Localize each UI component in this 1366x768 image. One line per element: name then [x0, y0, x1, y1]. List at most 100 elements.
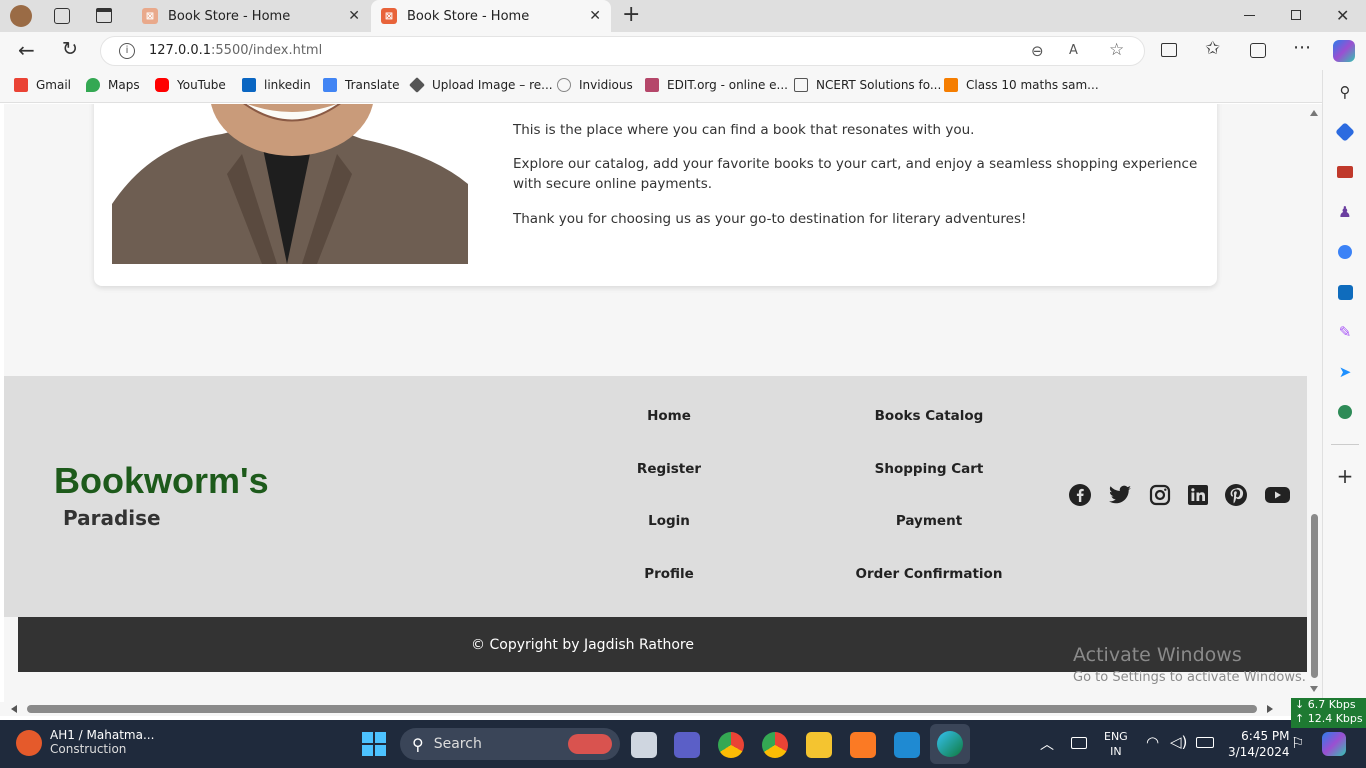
bookmark-edit-org[interactable]: EDIT.org - online e...: [645, 78, 788, 92]
invidious-icon: [557, 78, 571, 92]
office-icon[interactable]: [1335, 242, 1355, 262]
browser-title-bar: ⊠ Book Store - Home ✕ ⊠ Book Store - Hom…: [0, 0, 1366, 32]
edge-sidebar: ⚲ ♟ ✎ ➤ +: [1322, 70, 1366, 716]
shopping-tag-icon[interactable]: [1335, 122, 1355, 142]
scroll-up-arrow[interactable]: [1310, 110, 1318, 116]
bookmark-maps[interactable]: Maps: [86, 78, 140, 92]
file-explorer-icon[interactable]: [806, 732, 832, 758]
profile-avatar[interactable]: [10, 5, 32, 27]
read-aloud-icon[interactable]: A: [1069, 43, 1078, 58]
chrome-canary-icon[interactable]: [762, 732, 788, 758]
bookmark-invidious[interactable]: Invidious: [557, 78, 633, 92]
address-bar[interactable]: i 127.0.0.1:5500/index.html ⊖ A ☆: [100, 36, 1145, 66]
add-icon[interactable]: +: [1335, 464, 1355, 488]
designer-icon[interactable]: ✎: [1335, 322, 1355, 342]
xampp-icon[interactable]: [850, 732, 876, 758]
wifi-icon[interactable]: ◠: [1146, 733, 1159, 751]
bookmark-youtube[interactable]: YouTube: [155, 78, 226, 92]
zoom-icon[interactable]: ⊖: [1031, 42, 1044, 60]
back-icon[interactable]: ←: [18, 38, 35, 62]
show-hidden-icons[interactable]: ︿: [1040, 734, 1054, 754]
copilot-icon[interactable]: [1333, 40, 1355, 62]
footer-link-books-catalog[interactable]: Books Catalog: [819, 408, 1039, 424]
network-speed-widget: ↓ 6.7 Kbps ↑ 12.4 Kbps: [1291, 698, 1366, 728]
instagram-icon[interactable]: [1148, 483, 1172, 507]
collections-icon[interactable]: [1250, 43, 1266, 58]
vscode-icon[interactable]: [894, 732, 920, 758]
facebook-icon[interactable]: [1068, 483, 1092, 507]
footer-link-register[interactable]: Register: [559, 461, 779, 477]
teams-icon[interactable]: [674, 732, 700, 758]
tools-icon[interactable]: [1335, 162, 1355, 182]
horizontal-scrollbar[interactable]: [0, 702, 1322, 716]
linkedin-icon[interactable]: [1186, 483, 1210, 507]
copilot-taskbar-icon[interactable]: [1322, 732, 1346, 756]
battery-icon[interactable]: [1196, 737, 1214, 748]
horizontal-scroll-thumb[interactable]: [27, 705, 1257, 713]
translate-icon: [323, 78, 337, 92]
youtube-icon[interactable]: [1264, 483, 1291, 507]
outlook-icon[interactable]: [1335, 282, 1355, 302]
footer-link-shopping-cart[interactable]: Shopping Cart: [819, 461, 1039, 477]
edit-icon: [645, 78, 659, 92]
minimize-button[interactable]: [1244, 15, 1255, 16]
pinterest-icon[interactable]: [1224, 483, 1248, 507]
tab-inactive[interactable]: ⊠ Book Store - Home ✕: [132, 0, 370, 32]
start-button[interactable]: [362, 732, 386, 756]
workspaces-icon[interactable]: [54, 8, 70, 24]
notification-icon[interactable]: ⚐: [1291, 734, 1304, 752]
bookmark-upload-image[interactable]: Upload Image – re...: [409, 77, 553, 93]
search-icon[interactable]: ⚲: [1335, 82, 1355, 102]
send-icon[interactable]: ➤: [1335, 362, 1355, 382]
games-icon[interactable]: ♟: [1335, 202, 1355, 222]
vertical-scrollbar[interactable]: [1307, 104, 1322, 702]
edge-taskbar-button[interactable]: [930, 724, 970, 764]
tab-active[interactable]: ⊠ Book Store - Home ✕: [371, 0, 611, 32]
tab-title: Book Store - Home: [407, 8, 530, 24]
favorite-star-icon[interactable]: ☆: [1109, 40, 1124, 60]
bookmark-class10[interactable]: Class 10 maths sam...: [944, 78, 1099, 92]
vertical-scroll-thumb[interactable]: [1311, 514, 1318, 678]
split-screen-icon[interactable]: [1161, 43, 1177, 57]
footer-link-payment[interactable]: Payment: [819, 513, 1039, 529]
weather-subtitle: Construction: [50, 742, 127, 756]
bookmark-gmail[interactable]: Gmail: [14, 78, 71, 92]
clock[interactable]: 6:45 PM 3/14/2024: [1228, 728, 1290, 760]
site-info-icon[interactable]: i: [119, 43, 135, 59]
youtube-icon: [155, 78, 169, 92]
bookmark-linkedin[interactable]: linkedin: [242, 78, 311, 92]
bookmark-translate[interactable]: Translate: [323, 78, 400, 92]
chrome-icon[interactable]: [718, 732, 744, 758]
footer-link-order-confirmation[interactable]: Order Confirmation: [819, 566, 1039, 582]
activate-windows-watermark: Activate Windows Go to Settings to activ…: [1073, 644, 1306, 685]
about-card: This is the place where you can find a b…: [94, 104, 1217, 286]
restore-button[interactable]: [1291, 10, 1301, 20]
brand-subtitle: Paradise: [63, 506, 161, 530]
tab-actions-icon[interactable]: [96, 8, 112, 23]
footer-link-login[interactable]: Login: [559, 513, 779, 529]
refresh-icon[interactable]: ↻: [62, 38, 78, 60]
new-tab-button[interactable]: +: [622, 2, 640, 27]
twitter-icon[interactable]: [1108, 483, 1132, 507]
taskbar-search-box[interactable]: ⚲ Search: [400, 728, 620, 760]
more-menu-icon[interactable]: ⋯: [1293, 37, 1311, 58]
language-indicator[interactable]: ENG IN: [1104, 729, 1128, 759]
footer-link-profile[interactable]: Profile: [559, 566, 779, 582]
traffic-cone-icon: [16, 730, 42, 756]
bookmark-ncert[interactable]: NCERT Solutions fo...: [794, 78, 941, 92]
favorites-icon[interactable]: ✩: [1205, 38, 1220, 59]
footer-link-home[interactable]: Home: [559, 408, 779, 424]
windows-taskbar: AH1 / Mahatma... Construction ⚲ Search ︿…: [0, 720, 1366, 768]
task-view-icon[interactable]: [631, 732, 657, 758]
close-tab-icon[interactable]: ✕: [589, 8, 601, 24]
scroll-left-arrow[interactable]: [11, 705, 17, 713]
weather-widget[interactable]: AH1 / Mahatma... Construction: [16, 728, 154, 756]
scroll-right-arrow[interactable]: [1267, 705, 1273, 713]
close-tab-icon[interactable]: ✕: [348, 8, 360, 24]
close-window-button[interactable]: ✕: [1336, 6, 1349, 25]
scroll-down-arrow[interactable]: [1310, 686, 1318, 692]
volume-icon[interactable]: ◁): [1170, 733, 1187, 751]
url-path: :5500/index.html: [211, 43, 323, 58]
tree-icon[interactable]: [1335, 402, 1355, 422]
keyboard-icon[interactable]: [1071, 737, 1087, 749]
